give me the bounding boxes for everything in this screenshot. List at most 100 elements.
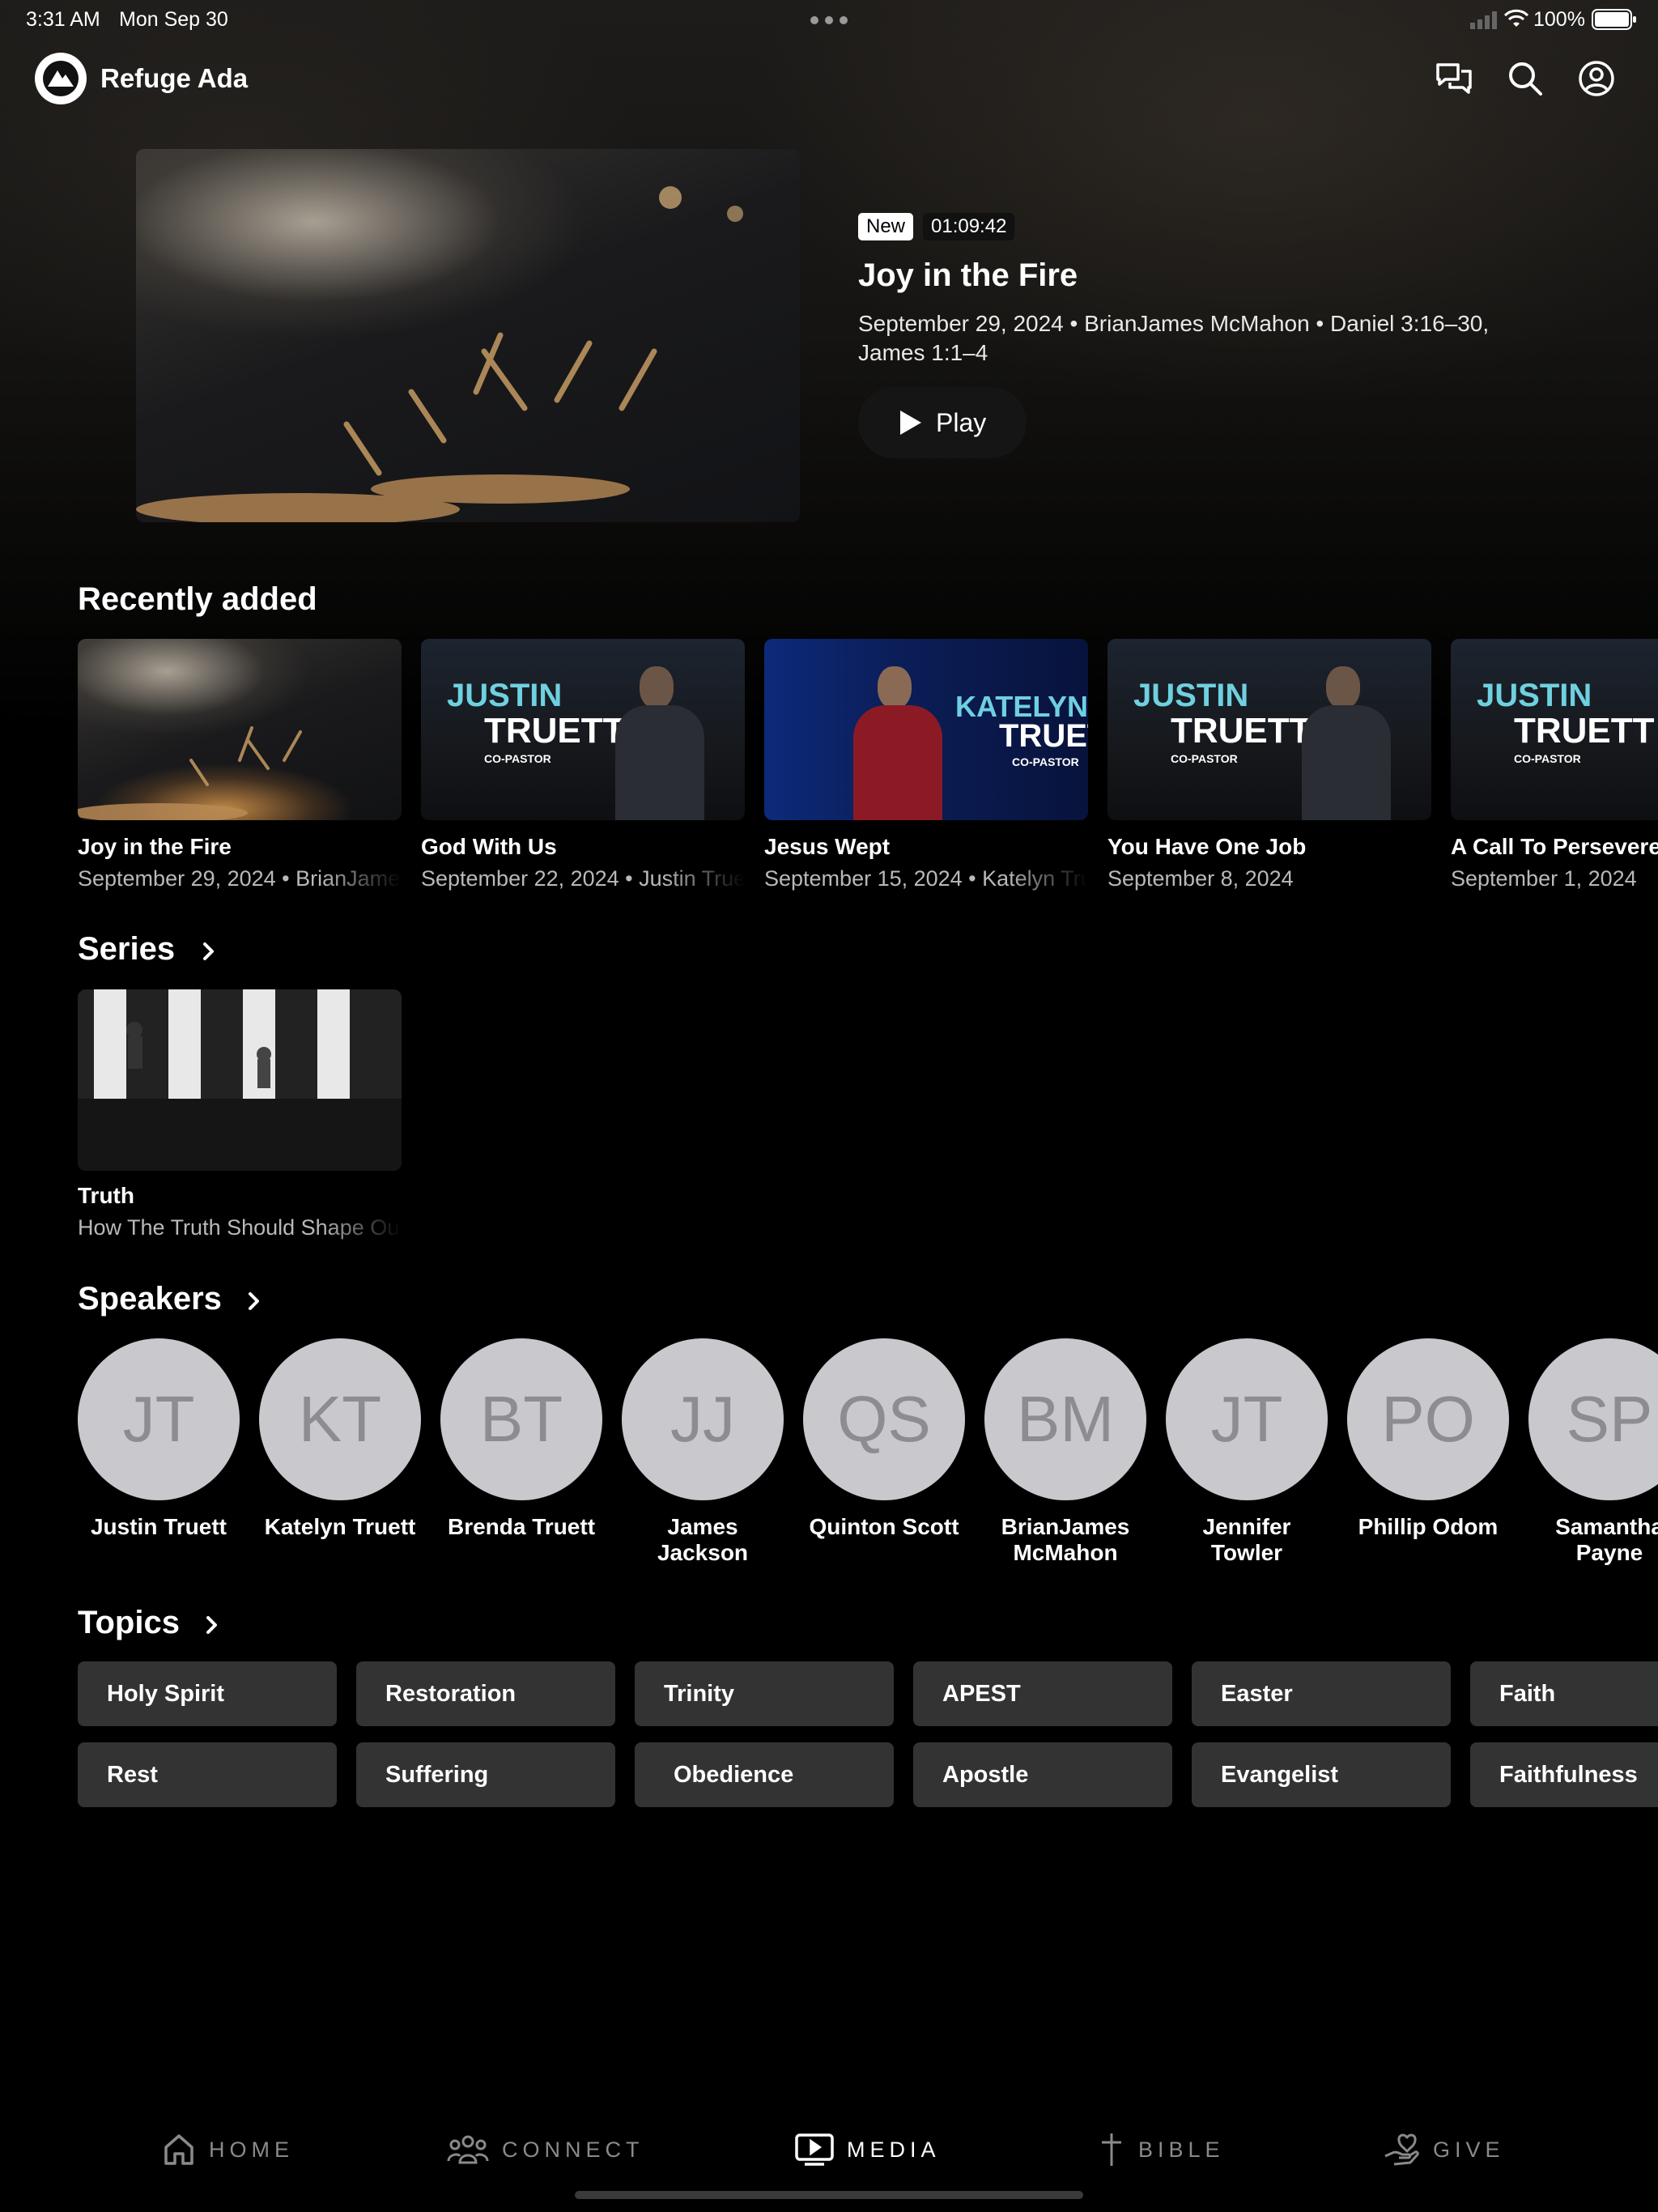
speaker-avatar[interactable]: BT	[440, 1338, 602, 1500]
hero-thumbnail[interactable]	[136, 149, 800, 522]
topic-chip[interactable]: Easter	[1192, 1661, 1451, 1726]
media-card-thumbnail[interactable]: JUSTIN TRUETT CO-PASTOR	[421, 639, 745, 820]
promo-last-name: TRUETT	[1514, 711, 1655, 751]
tab-bible[interactable]: BIBLE	[1098, 2129, 1225, 2170]
media-card-title[interactable]: Jesus Wept	[764, 834, 1088, 860]
brand-logo[interactable]	[35, 53, 87, 104]
worship-hands-image	[136, 186, 743, 522]
media-card-subtitle: September 29, 2024 • BrianJames McMahon	[78, 866, 402, 891]
topic-chip[interactable]: Evangelist	[1192, 1742, 1451, 1807]
chat-icon[interactable]	[1433, 57, 1475, 100]
tab-label: MEDIA	[847, 2137, 941, 2162]
battery-icon	[1592, 8, 1637, 31]
topic-chip[interactable]: Faithfulness	[1470, 1742, 1658, 1807]
topic-chip[interactable]: Obedience	[635, 1742, 894, 1807]
speaker-avatar[interactable]: BM	[984, 1338, 1146, 1500]
play-button[interactable]: Play	[858, 387, 1027, 458]
media-card-subtitle: September 15, 2024 • Katelyn Truett	[764, 866, 1088, 891]
battery-percent: 100%	[1533, 8, 1585, 31]
speaker-avatar[interactable]: QS	[803, 1338, 965, 1500]
speaker-name[interactable]: BrianJames McMahon	[997, 1514, 1134, 1566]
promo-role: CO-PASTOR	[1514, 752, 1581, 765]
media-card-title[interactable]: You Have One Job	[1107, 834, 1431, 860]
media-card-thumbnail[interactable]: JUSTIN TRUETT CO-PASTOR	[1107, 639, 1431, 820]
status-date: Mon Sep 30	[119, 8, 228, 31]
speaker-avatar[interactable]: PO	[1347, 1338, 1509, 1500]
media-card-subtitle: September 8, 2024	[1107, 866, 1294, 891]
series-card-subtitle: How The Truth Should Shape Our Lives	[78, 1215, 402, 1240]
chevron-right-icon[interactable]	[199, 938, 219, 965]
multitask-dots-icon[interactable]	[810, 15, 848, 24]
speaker-name[interactable]: Samantha Payne	[1549, 1514, 1658, 1566]
promo-first-name: JUSTIN	[1477, 678, 1592, 713]
tab-give[interactable]: GIVE	[1383, 2129, 1505, 2170]
speaker-name[interactable]: Justin Truett	[74, 1514, 244, 1540]
home-icon	[164, 2134, 193, 2165]
topic-chip[interactable]: Rest	[78, 1742, 337, 1807]
media-card-title[interactable]: A Call To Persevere	[1451, 834, 1658, 860]
tab-label: GIVE	[1433, 2137, 1505, 2162]
promo-role: CO-PASTOR	[1012, 755, 1079, 768]
media-card-thumbnail[interactable]: KATELYN TRUETT CO-PASTOR	[764, 639, 1088, 820]
give-heart-icon	[1384, 2133, 1419, 2166]
speaker-avatar[interactable]: SP	[1528, 1338, 1658, 1500]
home-indicator[interactable]	[575, 2191, 1083, 2199]
tab-media[interactable]: MEDIA	[795, 2129, 941, 2170]
speaker-name[interactable]: Jennifer Towler	[1190, 1514, 1303, 1566]
tab-home[interactable]: HOME	[162, 2129, 294, 2170]
media-card-thumbnail[interactable]: JUSTIN TRUETT CO-PASTOR	[1451, 639, 1658, 820]
promo-last-name: TRUETT	[999, 718, 1088, 754]
topic-chip[interactable]: Faith	[1470, 1661, 1658, 1726]
speaker-photo	[599, 658, 712, 820]
speaker-photo	[837, 658, 950, 820]
speaker-avatar[interactable]: JJ	[622, 1338, 784, 1500]
cellular-signal-icon	[1470, 10, 1499, 29]
search-icon[interactable]	[1504, 57, 1546, 100]
tv-icon	[795, 2133, 834, 2166]
speaker-photo	[1286, 658, 1399, 820]
speaker-name[interactable]: James Jackson	[646, 1514, 759, 1566]
media-card-thumbnail[interactable]	[78, 639, 402, 820]
speaker-name[interactable]: Brenda Truett	[436, 1514, 606, 1540]
wifi-icon	[1503, 9, 1529, 30]
series-title[interactable]: Series	[78, 931, 175, 968]
series-card-title[interactable]: Truth	[78, 1183, 402, 1209]
media-card-title[interactable]: God With Us	[421, 834, 745, 860]
brand-name[interactable]: Refuge Ada	[100, 63, 248, 94]
speakers-title[interactable]: Speakers	[78, 1281, 222, 1317]
new-badge: New	[858, 213, 914, 240]
topic-chip[interactable]: Holy Spirit	[78, 1661, 337, 1726]
topic-chip[interactable]: Trinity	[635, 1661, 894, 1726]
media-card-title[interactable]: Joy in the Fire	[78, 834, 402, 860]
speaker-avatar[interactable]: JT	[1166, 1338, 1328, 1500]
hero-meta-line1: September 29, 2024 • BrianJames McMahon …	[858, 311, 1490, 336]
status-time: 3:31 AM	[26, 8, 100, 31]
tab-connect[interactable]: CONNECT	[447, 2129, 644, 2170]
topic-chip[interactable]: APEST	[913, 1661, 1172, 1726]
speaker-name[interactable]: Katelyn Truett	[255, 1514, 425, 1540]
hero-meta: September 29, 2024 • BrianJames McMahon …	[858, 309, 1587, 368]
speaker-name[interactable]: Phillip Odom	[1343, 1514, 1513, 1540]
chevron-right-icon[interactable]	[202, 1611, 222, 1639]
chevron-right-icon[interactable]	[244, 1287, 264, 1315]
media-card-subtitle: September 22, 2024 • Justin Truett	[421, 866, 745, 891]
series-thumbnail[interactable]	[78, 989, 402, 1171]
topic-chip[interactable]: Suffering	[356, 1742, 615, 1807]
account-icon[interactable]	[1575, 57, 1618, 100]
topic-chip[interactable]: Restoration	[356, 1661, 615, 1726]
promo-role: CO-PASTOR	[484, 752, 551, 765]
play-label: Play	[936, 407, 987, 437]
media-card-subtitle: September 1, 2024	[1451, 866, 1637, 891]
speaker-name[interactable]: Quinton Scott	[799, 1514, 969, 1540]
hero-title[interactable]: Joy in the Fire	[858, 257, 1078, 294]
tab-label: CONNECT	[502, 2137, 644, 2162]
hero-meta-line2: James 1:1–4	[858, 340, 988, 365]
worship-hands-image	[78, 726, 302, 820]
promo-first-name: JUSTIN	[1133, 678, 1249, 713]
topic-chip[interactable]: Apostle	[913, 1742, 1172, 1807]
tab-label: HOME	[209, 2137, 294, 2162]
tab-label: BIBLE	[1138, 2137, 1225, 2162]
speaker-avatar[interactable]: KT	[259, 1338, 421, 1500]
topics-title[interactable]: Topics	[78, 1605, 180, 1641]
speaker-avatar[interactable]: JT	[78, 1338, 240, 1500]
